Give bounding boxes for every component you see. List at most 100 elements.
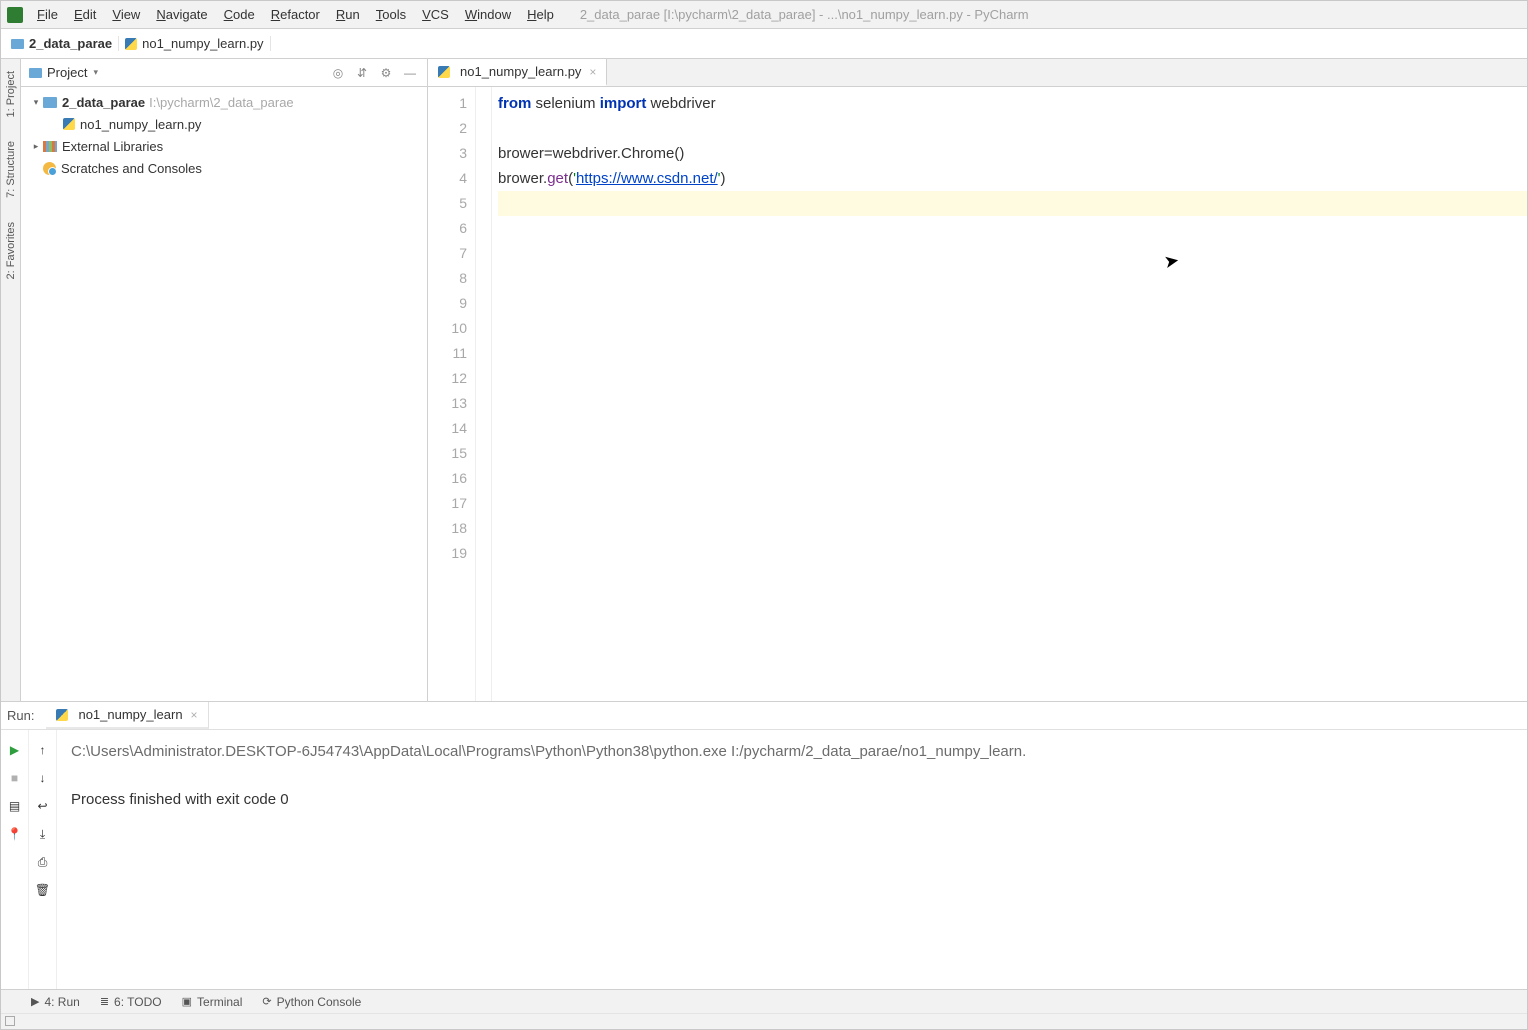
code-line[interactable] <box>498 341 1527 366</box>
python-icon <box>56 709 68 721</box>
menu-window[interactable]: Window <box>457 3 519 26</box>
bottom-toolbar: ▶4: Run≣6: TODO▣Terminal⟳Python Console <box>1 989 1527 1013</box>
menu-view[interactable]: View <box>104 3 148 26</box>
run-tab[interactable]: no1_numpy_learn × <box>46 702 208 729</box>
folder-icon <box>11 39 24 49</box>
line-gutter: 12345678910111213141516171819 <box>428 87 476 701</box>
scroll-button[interactable]: ⤓ <box>34 825 52 843</box>
code-line[interactable] <box>498 116 1527 141</box>
target-icon[interactable]: ◎ <box>329 64 347 82</box>
console-result-line: Process finished with exit code 0 <box>71 788 1513 812</box>
code-line[interactable] <box>498 241 1527 266</box>
print-button[interactable]: ⎙ <box>34 853 52 871</box>
editor-tab-label: no1_numpy_learn.py <box>460 64 581 79</box>
play-button[interactable]: ▶ <box>6 741 24 759</box>
stop-button[interactable]: ■ <box>6 769 24 787</box>
tree-item[interactable]: no1_numpy_learn.py <box>21 113 427 135</box>
settings-icon[interactable]: ⚙ <box>377 64 395 82</box>
tab-icon: ▶ <box>31 995 39 1008</box>
menu-edit[interactable]: Edit <box>66 3 104 26</box>
menu-code[interactable]: Code <box>216 3 263 26</box>
code-line[interactable] <box>498 416 1527 441</box>
project-tree[interactable]: ▾2_data_parae I:\pycharm\2_data_parae no… <box>21 87 427 183</box>
window-title: 2_data_parae [I:\pycharm\2_data_parae] -… <box>580 7 1029 22</box>
tab-icon: ▣ <box>182 995 192 1008</box>
run-tab-label: no1_numpy_learn <box>78 707 182 722</box>
layout-button[interactable]: ▤ <box>6 797 24 815</box>
folder-icon <box>43 97 57 108</box>
app-icon <box>7 7 23 23</box>
code-line[interactable] <box>498 441 1527 466</box>
bottom-tab[interactable]: ▣Terminal <box>172 990 253 1013</box>
python-icon <box>125 38 137 50</box>
close-icon[interactable]: × <box>589 65 596 79</box>
code-line[interactable]: brower.get('https://www.csdn.net/') <box>498 166 1527 191</box>
chevron-down-icon[interactable]: ▾ <box>93 67 98 78</box>
code-line[interactable]: brower=webdriver.Chrome() <box>498 141 1527 166</box>
bottom-tab[interactable]: ⟳Python Console <box>252 990 371 1013</box>
left-vertical-toolbar: 1: Project 7: Structure 2: Favorites <box>1 59 21 701</box>
menu-navigate[interactable]: Navigate <box>148 3 215 26</box>
code-line[interactable] <box>498 216 1527 241</box>
pin-button[interactable]: 📍 <box>6 825 24 843</box>
vertical-tab[interactable]: 1: Project <box>5 71 17 117</box>
python-icon <box>438 66 450 78</box>
run-toolbar-secondary: ↑ ↓ ↩ ⤓ ⎙ 🗑 <box>29 730 57 989</box>
bottom-tab[interactable]: ≣6: TODO <box>90 990 172 1013</box>
run-toolbar-primary: ▶ ■ ▤ 📍 <box>1 730 29 989</box>
menu-tools[interactable]: Tools <box>368 3 414 26</box>
editor-area: no1_numpy_learn.py × 1234567891011121314… <box>428 59 1527 701</box>
code-line[interactable] <box>498 491 1527 516</box>
vertical-tab[interactable]: 7: Structure <box>5 141 17 198</box>
menu-help[interactable]: Help <box>519 3 562 26</box>
status-indicator-icon <box>5 1016 15 1026</box>
tree-item[interactable]: ▸External Libraries <box>21 135 427 157</box>
breadcrumb-item[interactable]: no1_numpy_learn.py <box>119 36 270 51</box>
breadcrumb-item[interactable]: 2_data_parae <box>5 36 119 51</box>
tree-item[interactable]: Scratches and Consoles <box>21 157 427 179</box>
collapse-icon[interactable]: ⇵ <box>353 64 371 82</box>
code-line[interactable] <box>498 391 1527 416</box>
tree-expander-icon[interactable]: ▸ <box>29 141 43 152</box>
code-line[interactable] <box>498 366 1527 391</box>
code-editor[interactable]: 12345678910111213141516171819 from selen… <box>428 87 1527 701</box>
trash-button[interactable]: 🗑 <box>34 881 52 899</box>
libraries-icon <box>43 141 57 152</box>
code-line[interactable] <box>498 541 1527 566</box>
project-sidebar: Project ▾ ◎ ⇵ ⚙ — ▾2_data_parae I:\pycharm\… <box>21 59 428 701</box>
run-panel: Run: no1_numpy_learn × ▶ ■ ▤ 📍 ↑ ↓ ↩ ⤓ ⎙ 🗑 C:\Us… <box>1 701 1527 989</box>
menu-file[interactable]: File <box>29 3 66 26</box>
menu-vcs[interactable]: VCS <box>414 3 457 26</box>
console-command-line: C:\Users\Administrator.DESKTOP-6J54743\A… <box>71 740 1513 764</box>
code-line[interactable] <box>498 291 1527 316</box>
tree-item[interactable]: ▾2_data_parae I:\pycharm\2_data_parae <box>21 91 427 113</box>
run-panel-label: Run: <box>7 708 34 723</box>
menu-run[interactable]: Run <box>328 3 368 26</box>
up-button[interactable]: ↑ <box>34 741 52 759</box>
run-console[interactable]: C:\Users\Administrator.DESKTOP-6J54743\A… <box>57 730 1527 989</box>
tab-icon: ⟳ <box>262 995 271 1008</box>
breadcrumb: 2_data_paraeno1_numpy_learn.py <box>1 29 1527 59</box>
tree-expander-icon[interactable]: ▾ <box>29 97 43 108</box>
code-line[interactable] <box>498 516 1527 541</box>
code-line[interactable]: from selenium import webdriver <box>498 91 1527 116</box>
close-icon[interactable]: × <box>191 708 198 722</box>
code-line[interactable] <box>498 266 1527 291</box>
wrap-button[interactable]: ↩ <box>34 797 52 815</box>
bottom-tab[interactable]: ▶4: Run <box>21 990 90 1013</box>
code-line[interactable] <box>498 191 1527 216</box>
status-bar <box>1 1013 1527 1029</box>
scratch-icon <box>43 162 56 175</box>
tab-icon: ≣ <box>100 995 109 1008</box>
menubar: FileEditViewNavigateCodeRefactorRunTools… <box>1 1 1527 29</box>
code-line[interactable] <box>498 316 1527 341</box>
python-icon <box>63 118 75 130</box>
folder-icon <box>29 68 42 78</box>
sidebar-title[interactable]: Project <box>47 65 87 80</box>
editor-tab[interactable]: no1_numpy_learn.py × <box>428 59 607 86</box>
menu-refactor[interactable]: Refactor <box>263 3 328 26</box>
code-line[interactable] <box>498 466 1527 491</box>
minimize-icon[interactable]: — <box>401 64 419 82</box>
down-button[interactable]: ↓ <box>34 769 52 787</box>
vertical-tab[interactable]: 2: Favorites <box>5 222 17 279</box>
